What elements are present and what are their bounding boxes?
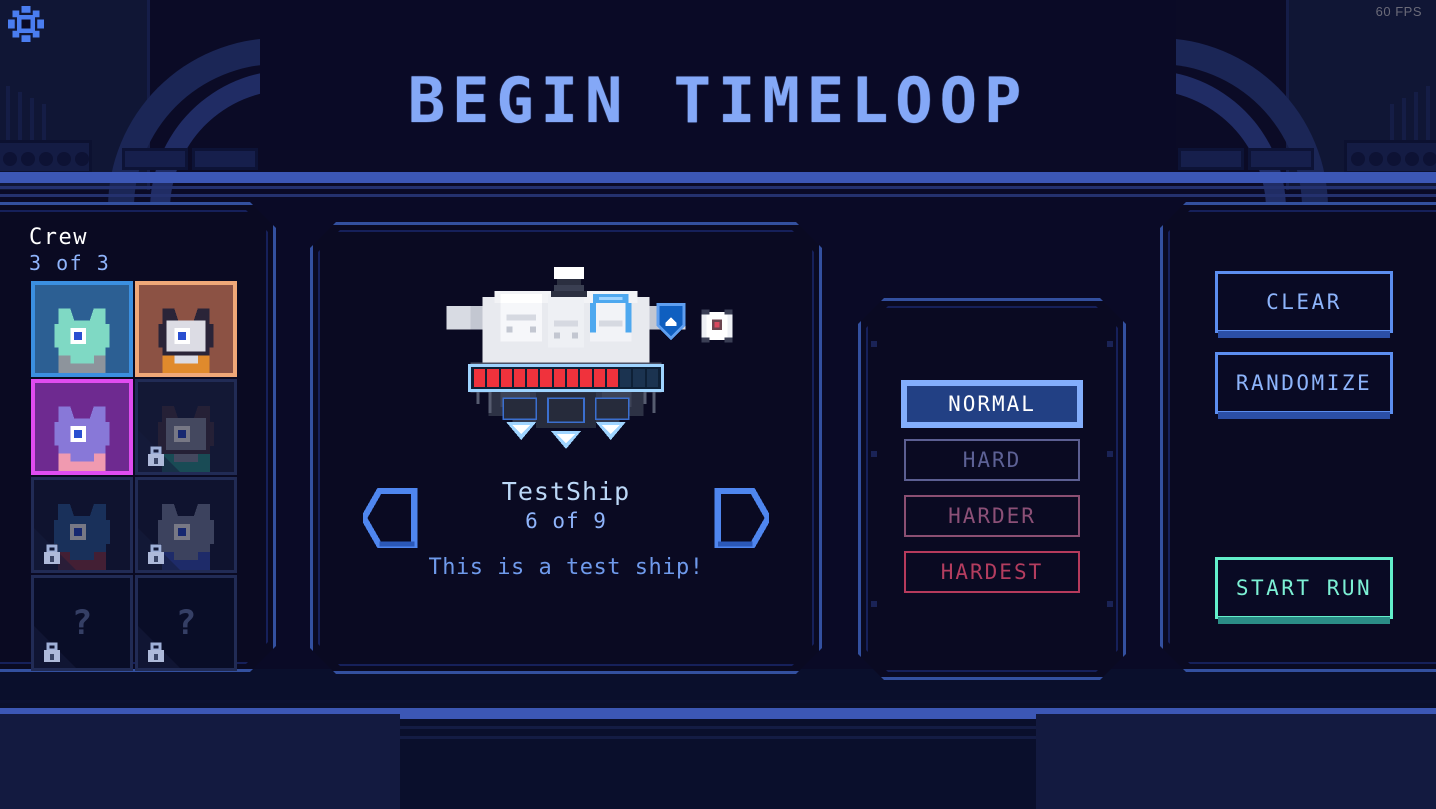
crew-count: 3 of 3 xyxy=(29,251,111,275)
background-floor-plate-right xyxy=(1036,714,1436,809)
health-segment xyxy=(554,369,565,387)
fps-counter: 60 FPS xyxy=(1375,4,1422,19)
start-run-button[interactable]: START RUN xyxy=(1215,557,1393,619)
clear-button-shadow xyxy=(1218,331,1390,338)
health-segment xyxy=(487,369,498,387)
start-run-button-label: START RUN xyxy=(1235,576,1373,600)
lock-icon xyxy=(144,542,168,566)
difficulty-label: HARD xyxy=(962,448,1022,472)
crew-slot-6[interactable] xyxy=(135,477,237,573)
crew-grid: ? ? xyxy=(31,281,237,671)
randomize-button[interactable]: RANDOMIZE xyxy=(1215,352,1393,414)
ship-description: This is a test ship! xyxy=(428,555,704,580)
difficulty-hardest-button[interactable]: HARDEST xyxy=(904,551,1080,593)
background-vent-right xyxy=(1344,140,1436,174)
ship-health-bar xyxy=(468,364,664,392)
health-segment xyxy=(501,369,512,387)
game-screen: 60 FPS BEGIN TIMELOOP Crew 3 of 3 ? ? Te… xyxy=(0,0,1436,809)
gear-icon[interactable] xyxy=(8,6,44,42)
start-run-button-shadow xyxy=(1218,617,1390,624)
crew-title: Crew xyxy=(29,225,88,250)
background-beam xyxy=(0,172,1436,183)
lock-icon xyxy=(144,640,168,664)
health-segment xyxy=(580,369,591,387)
background-hatch xyxy=(122,148,188,170)
health-segment xyxy=(527,369,538,387)
clear-button-label: CLEAR xyxy=(1266,290,1342,314)
ship-index: 6 of 9 xyxy=(525,509,607,533)
crew-slot-5[interactable] xyxy=(31,477,133,573)
crew-slot-3[interactable] xyxy=(31,379,133,475)
background-hatch xyxy=(192,148,258,170)
health-segment xyxy=(607,369,618,387)
action-panel: CLEAR RANDOMIZE START RUN xyxy=(1160,202,1436,672)
health-segment xyxy=(567,369,578,387)
ship-badges xyxy=(653,303,735,373)
difficulty-label: HARDEST xyxy=(940,560,1044,584)
crew-slot-8[interactable]: ? xyxy=(135,575,237,671)
ship-name: TestShip xyxy=(501,477,631,506)
crate-icon xyxy=(699,309,735,343)
crew-slot-2[interactable] xyxy=(135,281,237,377)
health-segment xyxy=(474,369,485,387)
health-segment xyxy=(620,369,631,387)
health-segment xyxy=(633,369,644,387)
health-segment xyxy=(514,369,525,387)
difficulty-harder-button[interactable]: HARDER xyxy=(904,495,1080,537)
background-beam-thin xyxy=(0,194,1436,197)
lock-icon xyxy=(40,542,64,566)
crew-slot-7[interactable]: ? xyxy=(31,575,133,671)
randomize-button-shadow xyxy=(1218,412,1390,419)
difficulty-normal-button[interactable]: NORMAL xyxy=(904,383,1080,425)
background-floor-plate-left xyxy=(0,714,400,809)
background-vent-left xyxy=(0,140,92,174)
page-title: BEGIN TIMELOOP xyxy=(407,64,1029,137)
shield-icon xyxy=(653,303,689,343)
lock-icon xyxy=(40,640,64,664)
difficulty-hard-button[interactable]: HARD xyxy=(904,439,1080,481)
clear-button[interactable]: CLEAR xyxy=(1215,271,1393,333)
background-hatch xyxy=(1248,148,1314,170)
background-beam-thin xyxy=(0,186,1436,189)
health-segment xyxy=(540,369,551,387)
difficulty-label: HARDER xyxy=(948,504,1036,528)
ship-panel: TestShip 6 of 9 This is a test ship! xyxy=(310,222,822,674)
difficulty-list: NORMAL HARD HARDER HARDEST xyxy=(861,383,1123,593)
crew-slot-1[interactable] xyxy=(31,281,133,377)
health-segment xyxy=(594,369,605,387)
crew-panel: Crew 3 of 3 ? ? xyxy=(0,202,276,672)
background-hatch xyxy=(1178,148,1244,170)
difficulty-label: NORMAL xyxy=(948,392,1036,416)
randomize-button-label: RANDOMIZE xyxy=(1235,371,1373,395)
difficulty-panel: NORMAL HARD HARDER HARDEST xyxy=(858,298,1126,680)
background-floor-line xyxy=(0,700,1436,703)
lock-icon xyxy=(144,444,168,468)
crew-slot-4[interactable] xyxy=(135,379,237,475)
